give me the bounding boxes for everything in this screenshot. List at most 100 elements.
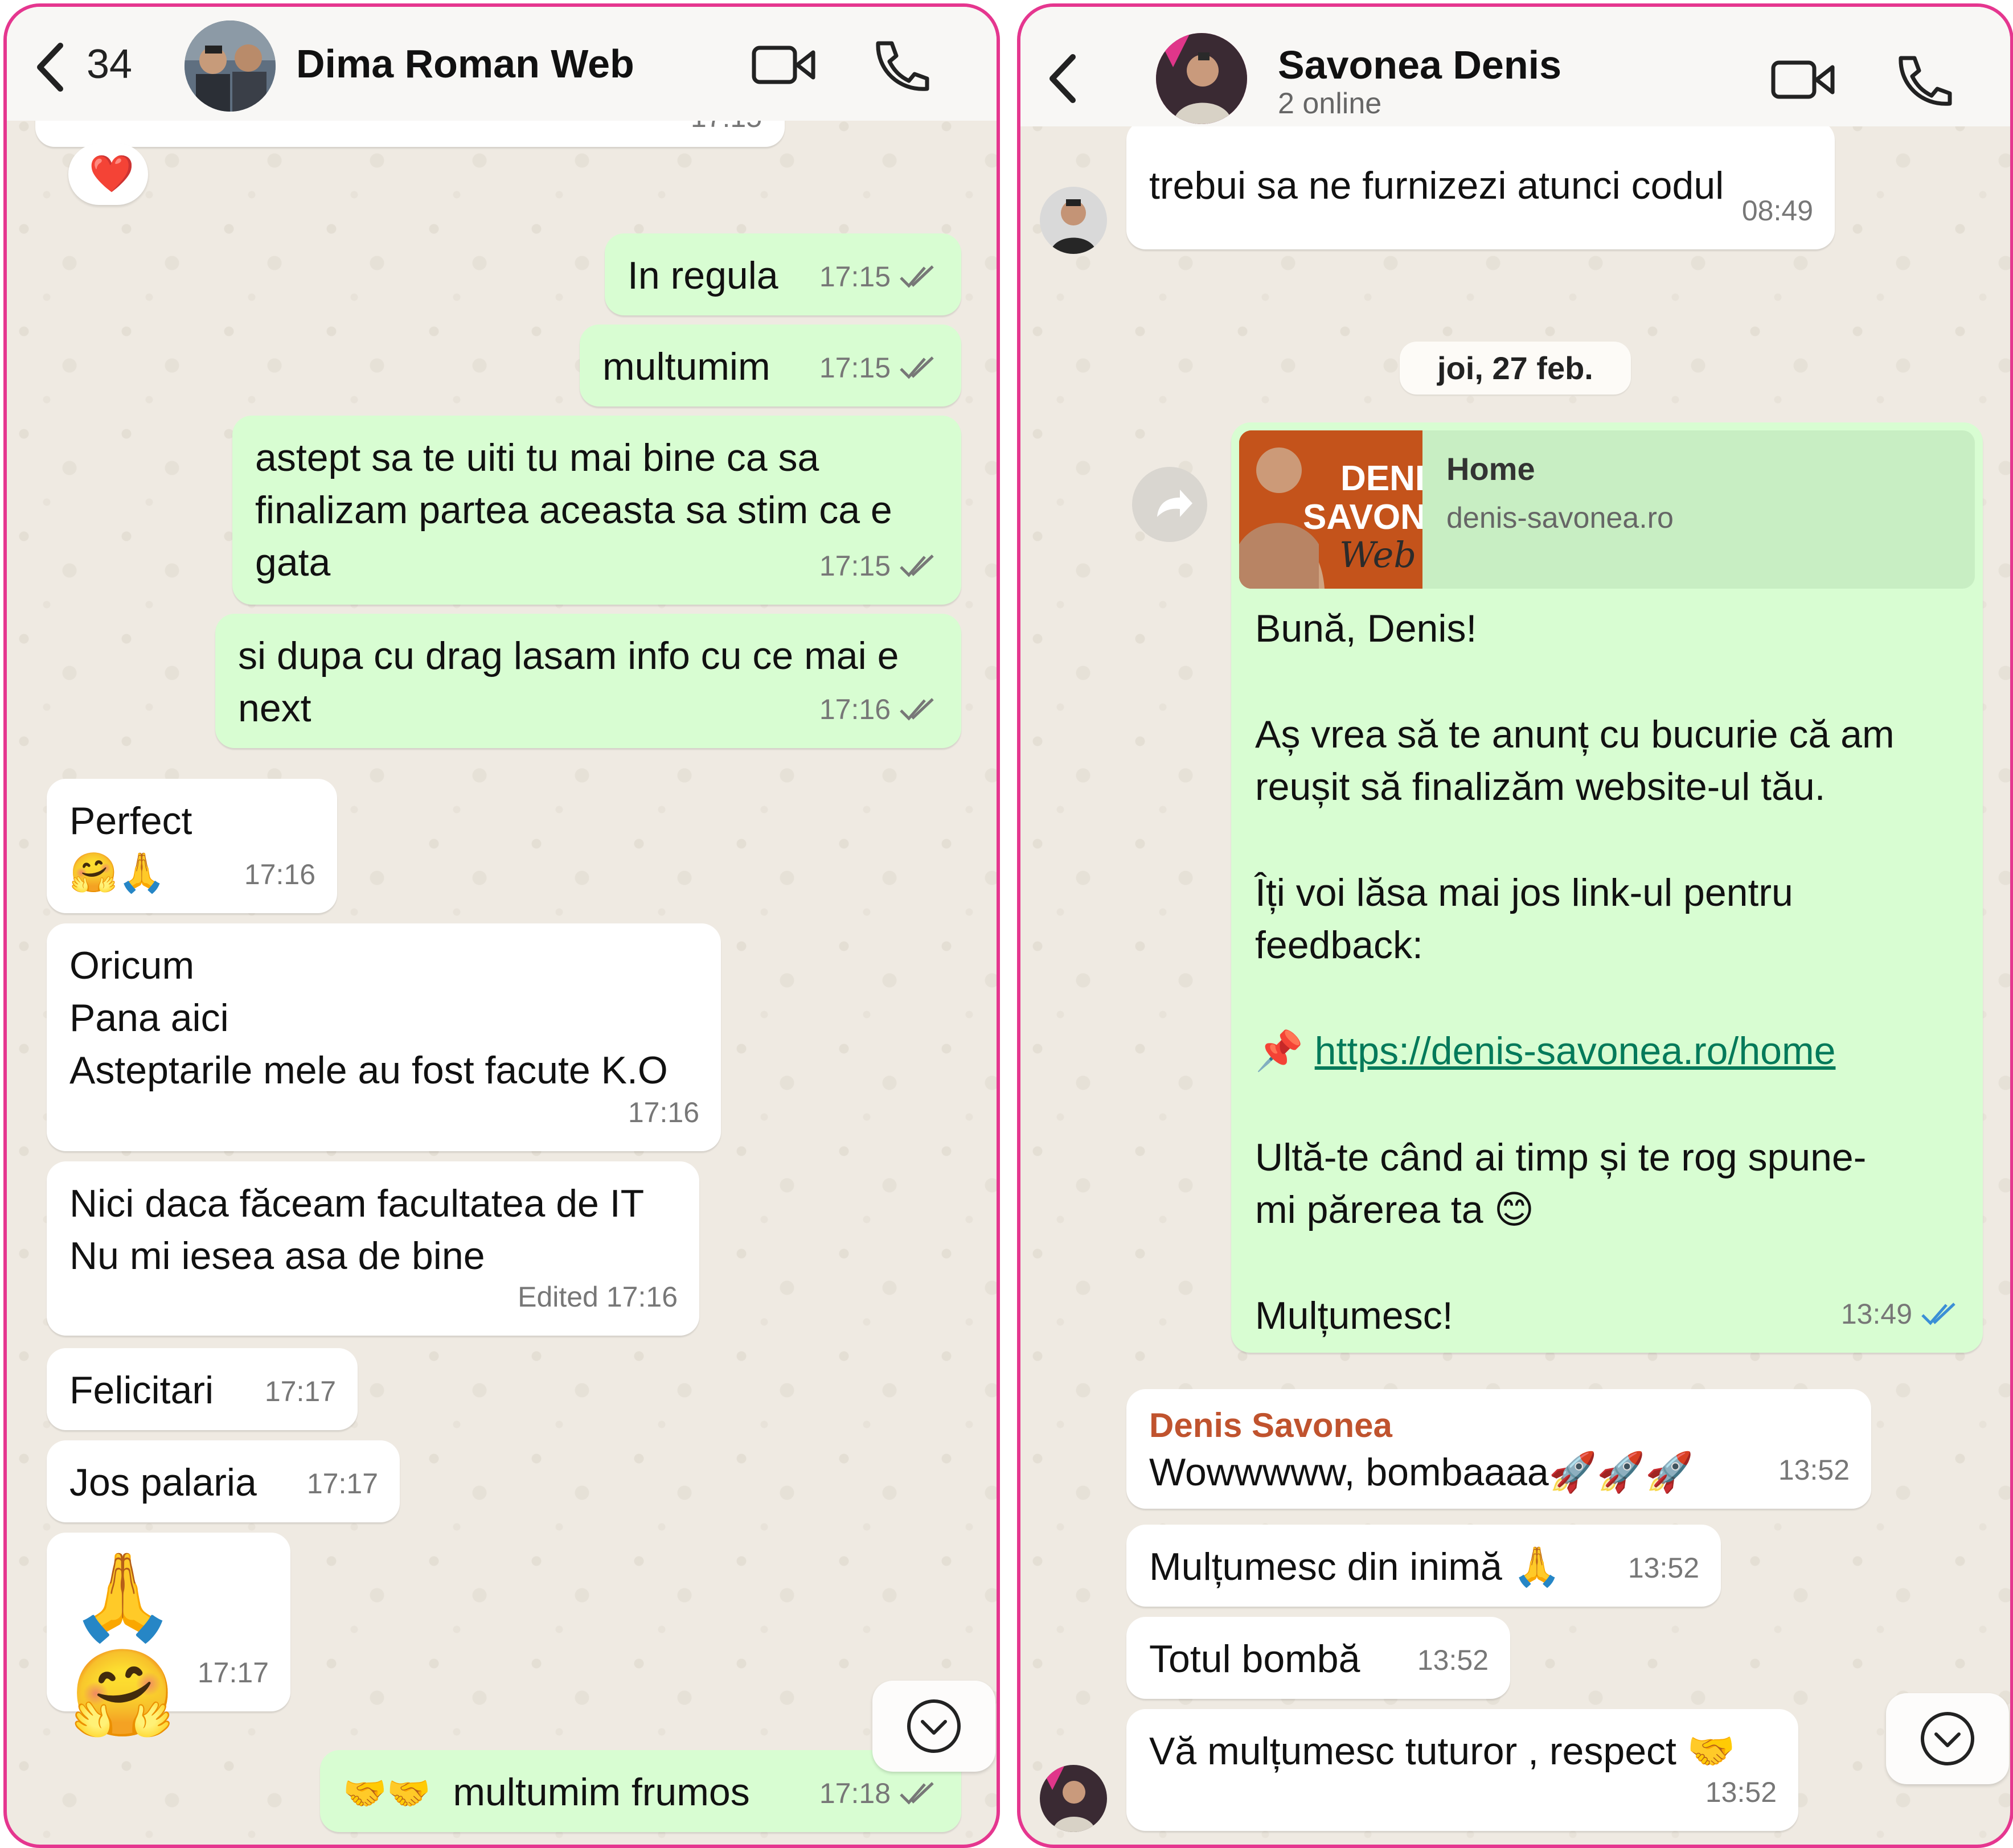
message-text: Totul bombă [1149,1637,1360,1681]
message-bubble-outgoing[interactable]: In regula 17:15 [605,233,961,315]
chat-header: Savonea Denis 2 online [1020,7,2010,126]
message-line: Aș vrea să te anunț cu bucurie că am [1255,713,1895,756]
message-line: Îți voi lăsa mai jos link-ul pentru [1255,871,1793,914]
thumbnail-text: DENI [1340,459,1422,498]
message-text: Wowwwww, bombaaaa🚀🚀🚀 [1149,1451,1694,1494]
message-bubble-outgoing[interactable]: astept sa te uiti tu mai bine ca sa fina… [232,416,961,605]
message-time: 13:49 [1840,1298,1912,1330]
double-check-icon [900,555,934,577]
message-time: 13:52 [1778,1454,1850,1486]
link-preview[interactable]: DENI SAVON Web Home denis-savonea.ro [1239,430,1975,589]
message-text: multumim frumos [453,1771,750,1814]
message-bubble-incoming[interactable]: Jos palaria 17:17 [47,1440,400,1522]
message-line: Oricum [69,944,195,987]
scroll-down-icon [1921,1712,1974,1765]
message-line: mi părerea ta 😊 [1255,1188,1535,1231]
message-line: si dupa cu drag lasam info cu ce mai e [238,634,899,677]
reaction-badge[interactable]: ❤️ [68,143,148,205]
message-bubble-incoming[interactable]: 🙏🤗 17:17 [47,1533,290,1742]
message-time: 17:16 [819,693,891,725]
message-line: finalizam partea aceasta sa stim ca e [255,488,892,532]
video-call-icon[interactable] [1769,51,1837,108]
link-preview-title: Home [1446,451,1535,487]
unread-count[interactable]: 34 [87,41,132,88]
message-bubble-incoming[interactable]: Mulțumesc din inimă 🙏 13:52 [1126,1525,1721,1607]
avatar[interactable] [1156,33,1247,124]
back-icon[interactable] [1047,50,1081,107]
scroll-down-icon [907,1699,961,1753]
message-time: 17:18 [819,1777,891,1809]
forward-icon [1157,490,1192,517]
scroll-down-button[interactable] [872,1681,995,1772]
message-line: Bună, Denis! [1255,607,1477,650]
edited-label: Edited [518,1281,598,1313]
message-bubble-incoming[interactable]: trebui sa ne furnizezi atunci codul 08:4… [1126,121,1835,249]
sender-name[interactable]: Denis Savonea [1149,1405,1848,1446]
double-check-icon [900,356,934,379]
message-time: 17:15 [819,550,891,582]
message-time: 17:17 [306,1468,378,1500]
message-bubble-incoming[interactable]: Perfect 🤗🙏 17:16 [47,779,337,913]
scroll-down-button[interactable] [1886,1693,2009,1784]
message-bubble-outgoing[interactable]: multumim 17:15 [580,325,961,406]
message-time: 13:52 [1627,1552,1699,1584]
website-link[interactable]: https://denis-savonea.ro/home [1315,1029,1836,1073]
message-line: Nici daca făceam facultatea de IT [69,1182,645,1225]
message-time: 17:16 [244,859,315,890]
phone-icon[interactable] [864,36,933,93]
phone-icon[interactable] [1887,51,1955,108]
message-line: Asteptarile mele au fost facute K.O [69,1049,668,1092]
message-time: 17:16 [628,1097,699,1128]
message-bubble-outgoing[interactable]: DENI SAVON Web Home denis-savonea.ro Bun… [1231,422,1983,1353]
message-bubble-incoming[interactable]: Totul bombă 13:52 [1126,1617,1510,1699]
double-check-icon [1921,1303,1955,1325]
message-text: Vă mulțumesc tuturor , respect 🤝 [1149,1730,1736,1773]
sender-avatar[interactable] [1040,187,1107,254]
message-bubble-incoming[interactable]: Felicitari 17:17 [47,1348,358,1430]
message-time: 17:16 [606,1281,678,1313]
message-meta: 17:16 [819,683,940,736]
message-bubble-incoming[interactable]: Vă mulțumesc tuturor , respect 🤝 13:52 [1126,1709,1798,1831]
message-text: trebui sa ne furnizezi atunci codul [1149,164,1724,207]
message-text: Jos palaria [69,1461,257,1504]
message-line: Ultă-te când ai timp și te rog spune- [1255,1136,1867,1179]
thumbnail-text: SAVON [1303,498,1422,537]
message-bubble-incoming[interactable]: Oricum Pana aici Asteptarile mele au fos… [47,923,721,1151]
message-line: Pana aici [69,996,229,1040]
message-emoji-large: 🙏🤗 [69,1547,176,1743]
message-meta: 13:49 [1841,1288,1961,1340]
message-time: 17:17 [264,1375,336,1407]
link-thumbnail: DENI SAVON Web [1239,430,1422,589]
double-check-icon [900,698,934,721]
back-icon[interactable] [34,39,68,96]
contact-name[interactable]: Savonea Denis [1278,42,1561,88]
message-bubble-incoming[interactable]: Denis Savonea Wowwwww, bombaaaa🚀🚀🚀 13:52 [1126,1389,1871,1509]
link-preview-domain: denis-savonea.ro [1446,502,1674,535]
message-bubble-incoming[interactable]: Nici daca făceam facultatea de IT Nu mi … [47,1161,699,1336]
avatar[interactable] [185,20,276,112]
message-bubble-outgoing[interactable]: 🤝🤝 multumim frumos 17:18 [320,1750,961,1832]
message-line: feedback: [1255,923,1423,967]
video-call-icon[interactable] [749,36,818,93]
message-meta: 17:18 [819,1767,940,1820]
message-meta: 17:15 [819,540,940,592]
message-bubble-outgoing[interactable]: si dupa cu drag lasam info cu ce mai e n… [215,614,961,748]
double-check-icon [900,1782,934,1805]
message-time: 08:49 [1741,195,1813,227]
message-line: Perfect [69,799,192,843]
message-line: astept sa te uiti tu mai bine ca sa [255,436,819,479]
message-time: 17:17 [197,1657,269,1689]
heart-icon: ❤️ [89,153,134,195]
forward-button[interactable] [1132,467,1207,542]
message-time: 17:15 [819,352,891,384]
message-text: Felicitari [69,1369,214,1412]
message-meta: 17:15 [819,250,940,303]
thumbnail-text: Web [1339,534,1417,576]
message-text: multumim [602,345,770,388]
sender-avatar[interactable] [1040,1765,1107,1832]
message-time: 13:52 [1705,1776,1777,1808]
right-chat-panel: Savonea Denis 2 online trebui sa ne furn… [1017,3,2013,1848]
message-body: Bună, Denis! Aș vrea să te anunț cu bucu… [1255,602,1967,1342]
contact-name[interactable]: Dima Roman Web [296,41,634,87]
message-time: 13:52 [1417,1644,1489,1676]
